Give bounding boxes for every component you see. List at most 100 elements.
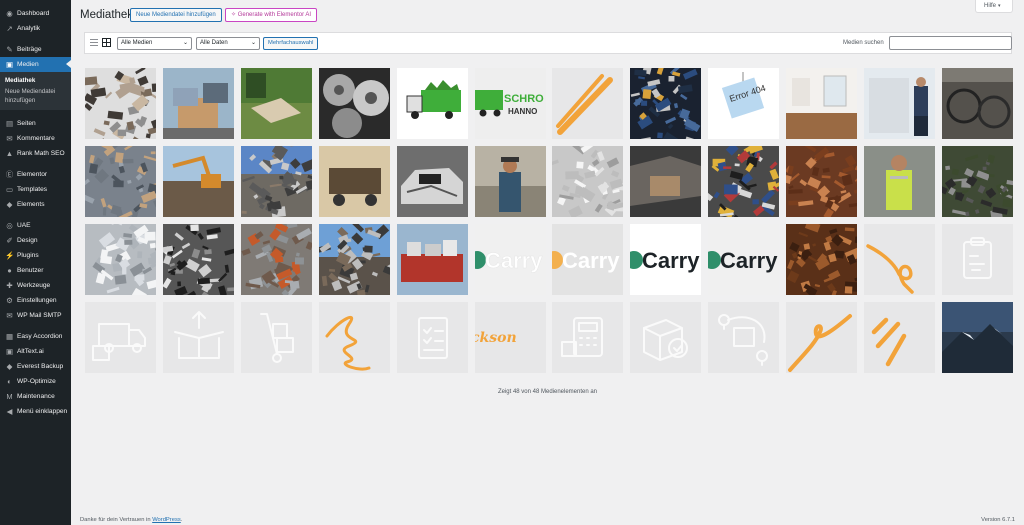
media-thumbnail-empty-room[interactable]	[786, 68, 858, 139]
sidebar-item-medien[interactable]: ▣ Medien	[0, 57, 71, 72]
sidebar-item-elements[interactable]: ◆ Elements	[0, 197, 71, 212]
sidebar-item-wp-optimize[interactable]: ◐ WP-Optimize	[0, 374, 71, 389]
media-thumbnail-battery-pile[interactable]	[630, 68, 702, 139]
media-thumbnail-worker-hat[interactable]	[474, 145, 546, 217]
media-thumbnail-mountain-photo[interactable]	[941, 301, 1013, 373]
sidebar-item-label: Elements	[17, 201, 45, 208]
media-thumbnail-route-box-icon[interactable]	[708, 301, 780, 373]
media-thumbnail-carry-logo-1[interactable]: Carry	[474, 223, 546, 295]
sidebar-item-rank-math-seo[interactable]: ▲ Rank Math SEO	[0, 146, 71, 161]
media-thumbnail-green-truck-logo[interactable]	[396, 68, 468, 139]
media-thumbnail-error-404-note[interactable]: Error 404	[708, 68, 780, 139]
media-thumbnail-open-box-icon[interactable]	[162, 301, 234, 373]
alttext-icon: ▣	[5, 347, 14, 356]
media-thumbnail-excavator-scrap[interactable]	[162, 145, 234, 217]
media-thumbnail-radiators[interactable]	[240, 223, 312, 295]
media-thumbnail-orange-loop[interactable]	[864, 223, 935, 295]
wordpress-link[interactable]: WordPress	[152, 517, 181, 523]
date-filter[interactable]: Alle Daten ⌄	[196, 37, 260, 50]
date-filter-value: Alle Daten	[200, 40, 228, 46]
help-tab[interactable]: Hilfe ▾	[975, 0, 1013, 13]
media-thumbnail-broken-car[interactable]	[630, 145, 702, 217]
media-thumbnail-scrap-cart[interactable]	[318, 145, 390, 217]
brush-icon: ✐	[6, 236, 13, 245]
sidebar-item-seiten[interactable]: ▤ Seiten	[0, 116, 71, 131]
media-thumbnail-carry-logo-3[interactable]: Carry	[630, 223, 702, 295]
media-thumbnail-metal-chips[interactable]	[162, 223, 234, 295]
sidebar-item-maintenance[interactable]: M Maintenance	[0, 389, 71, 404]
bulk-select-button[interactable]: Mehrfachauswahl	[263, 37, 319, 50]
media-thumbnail-crushed-cans[interactable]	[552, 145, 624, 217]
list-view-icon[interactable]	[90, 39, 98, 47]
media-thumbnail-trailer-scrap[interactable]	[396, 223, 468, 295]
media-thumbnail-checklist-icon[interactable]	[396, 301, 468, 373]
media-thumbnail-orange-rays[interactable]	[864, 301, 935, 373]
media-thumbnail-rusty-bars[interactable]	[786, 223, 858, 295]
submenu-add-new[interactable]: Neue Mediendatei hinzufügen	[0, 86, 71, 106]
uae-icon: ◎	[6, 221, 13, 230]
media-thumbnail-aluminium-scrap[interactable]	[85, 223, 156, 295]
chevron-down-icon: ▾	[998, 3, 1001, 9]
pin-icon: ✎	[6, 45, 13, 54]
media-thumbnail-orange-swirl[interactable]	[786, 301, 858, 373]
media-thumbnail-car-wreck[interactable]	[396, 145, 468, 217]
maintenance-icon: M	[6, 392, 13, 401]
settings-icon: ⚙	[6, 296, 13, 305]
media-thumbnail-orange-spiral[interactable]	[318, 301, 390, 373]
media-thumbnail-rusty-pipes[interactable]	[786, 145, 858, 217]
search-input[interactable]	[889, 36, 1012, 50]
sidebar-item-plugins[interactable]: ⚡ Plugins	[0, 248, 71, 263]
sidebar-item-dashboard[interactable]: ◉ Dashboard	[0, 6, 71, 21]
svg-text:Carry: Carry	[720, 248, 778, 273]
footer-text: Danke für dein Vertrauen in	[80, 517, 153, 523]
sidebar-item-uae[interactable]: ◎ UAE	[0, 218, 71, 233]
media-thumbnail-calculator-icon[interactable]	[552, 301, 624, 373]
sidebar-item-benutzer[interactable]: ● Benutzer	[0, 263, 71, 278]
media-thumbnail-box-check-icon[interactable]	[630, 301, 702, 373]
sidebar-item-analytik[interactable]: ↗ Analytik	[0, 21, 71, 36]
media-thumbnail-orange-double-stroke[interactable]	[552, 68, 624, 139]
sidebar-item-everest-backup[interactable]: ◆ Everest Backup	[0, 359, 71, 374]
media-thumbnail-truck-box-icon[interactable]	[85, 301, 156, 373]
sparkle-icon: ✧	[231, 12, 238, 18]
media-type-filter[interactable]: Alle Medien ⌄	[117, 37, 192, 50]
sidebar-item-alttext-ai[interactable]: ▣ AltText.ai	[0, 344, 71, 359]
media-thumbnail-van-worker[interactable]	[864, 68, 935, 139]
media-thumbnail-carry-logo-2[interactable]: Carry	[552, 223, 624, 295]
media-thumbnail-copper-cables[interactable]	[85, 145, 156, 217]
sidebar-item-wp-mail-smtp[interactable]: ✉ WP Mail SMTP	[0, 308, 71, 323]
search-label: Medien suchen	[843, 40, 884, 46]
submenu-library[interactable]: Mediathek	[0, 75, 71, 86]
media-thumbnail-clipboard-icon-tile[interactable]	[941, 223, 1013, 295]
media-thumbnail-green-truck-banner[interactable]: SCHRO HANNO	[474, 68, 546, 139]
add-media-button[interactable]: Neue Mediendatei hinzufügen	[130, 8, 222, 22]
media-thumbnail-scrap-pile[interactable]	[85, 68, 156, 139]
media-thumbnail-hand-truck-icon[interactable]	[240, 301, 312, 373]
media-thumbnail-worker-vest[interactable]	[864, 145, 935, 217]
sidebar-item-templates[interactable]: ▭ Templates	[0, 182, 71, 197]
media-thumbnail-car-pile[interactable]	[708, 145, 780, 217]
media-thumbnail-carry-logo-4[interactable]: Carry	[708, 223, 780, 295]
media-thumbnail-hubcaps[interactable]	[318, 68, 390, 139]
sidebar-item-werkzeuge[interactable]: ✚ Werkzeuge	[0, 278, 71, 293]
sidebar-item-elementor[interactable]: Ⓔ Elementor	[0, 167, 71, 182]
sidebar-item-beiträge[interactable]: ✎ Beiträge	[0, 42, 71, 57]
elementor-icon: Ⓔ	[5, 170, 14, 179]
sidebar-item-menü-einklappen[interactable]: ◀ Menü einklappen	[0, 404, 71, 419]
sidebar-item-easy-accordion[interactable]: ▦ Easy Accordion	[0, 329, 71, 344]
sidebar-item-kommentare[interactable]: ✉ Kommentare	[0, 131, 71, 146]
media-thumbnail-jackson-signature[interactable]: ckson	[474, 301, 546, 373]
elementor-ai-button[interactable]: ✧ Generate with Elementor AI	[225, 8, 318, 22]
sidebar-item-einstellungen[interactable]: ⚙ Einstellungen	[0, 293, 71, 308]
media-thumbnail-old-bicycles[interactable]	[941, 68, 1013, 139]
svg-text:Carry: Carry	[562, 248, 620, 273]
media-thumbnail-garden-debris[interactable]	[240, 68, 312, 139]
media-thumbnail-scrap-yard-sky[interactable]	[240, 145, 312, 217]
media-thumbnail-scrap-metal-boxes[interactable]	[162, 68, 234, 139]
sidebar-item-design[interactable]: ✐ Design	[0, 233, 71, 248]
media-thumbnail-cable-bundle[interactable]	[941, 145, 1013, 217]
grid-view-icon[interactable]	[102, 38, 111, 47]
sidebar-item-label: Elementor	[17, 171, 48, 178]
mail-icon: ✉	[6, 311, 13, 320]
media-thumbnail-scrap-yard-blue[interactable]	[318, 223, 390, 295]
